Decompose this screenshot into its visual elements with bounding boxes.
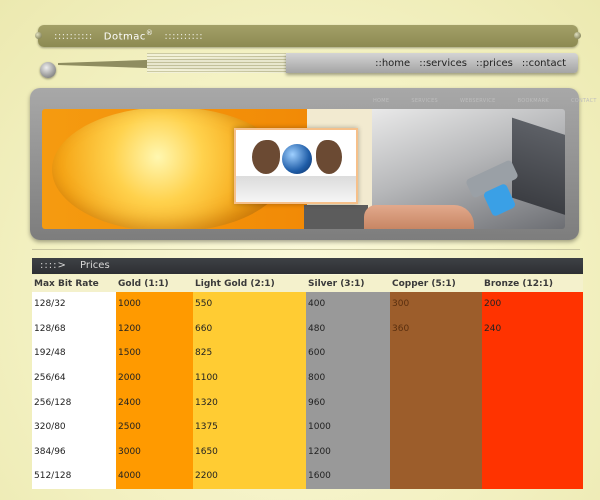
table-row: 192/48 1500 825 600 [32, 341, 583, 366]
table-cell: 256/128 [32, 390, 116, 415]
table-row: 512/128 4000 2200 1600 [32, 464, 583, 489]
brand-name: Dotmac [103, 31, 146, 43]
column-header: Gold (1:1) [116, 275, 193, 292]
table-row: 320/80 2500 1375 1000 [32, 414, 583, 440]
table-cell: 3000 [116, 439, 193, 465]
nav-prices-link[interactable]: ::prices [476, 58, 513, 69]
table-cell: 2500 [116, 414, 193, 440]
screw-icon [574, 32, 581, 39]
table-cell: 2400 [116, 390, 193, 415]
ghost-nav-item: HOME [373, 98, 390, 104]
column-header: Max Bit Rate [32, 275, 116, 292]
table-cell: 320/80 [32, 414, 116, 440]
dark-strip [304, 205, 368, 229]
banner-ghost-nav: HOME SERVICES WEBSERVICE BOOKMARK CONTAC… [373, 98, 597, 104]
table-cell: 200 [482, 292, 583, 317]
table-cell [482, 414, 583, 440]
table-cell [390, 390, 482, 415]
screw-icon [35, 32, 42, 39]
table-cell: 1500 [116, 341, 193, 366]
table-cell: 360 [390, 316, 482, 342]
table-cell: 960 [306, 390, 390, 415]
column-header: Bronze (12:1) [482, 275, 583, 292]
prices-header-arrow: ::::> [40, 260, 67, 271]
table-row: 256/128 2400 1320 960 [32, 390, 583, 415]
prices-title: Prices [80, 260, 110, 271]
table-cell: 128/32 [32, 292, 116, 317]
sleeve-shape [236, 176, 356, 202]
table-cell: 512/128 [32, 464, 116, 489]
table-cell: 1375 [193, 414, 306, 440]
table-cell: 4000 [116, 464, 193, 489]
table-cell [482, 439, 583, 465]
knob-icon [40, 62, 56, 78]
table-cell: 480 [306, 316, 390, 342]
nav-contact-link[interactable]: ::contact [522, 58, 566, 69]
nav-services-link[interactable]: ::services [419, 58, 467, 69]
earth-icon [282, 144, 312, 174]
table-header-row: Max Bit Rate Gold (1:1) Light Gold (2:1)… [32, 275, 583, 292]
table-cell [482, 365, 583, 391]
table-row: 384/96 3000 1650 1200 [32, 439, 583, 465]
brand-bar: :::::::::: Dotmac® :::::::::: [35, 25, 581, 47]
main-nav: ::home ::services ::prices ::contact [286, 53, 578, 73]
nav-stripes-decoration [147, 53, 289, 73]
table-cell [390, 439, 482, 465]
ghost-nav-item: BOOKMARK [517, 98, 549, 104]
table-cell: 400 [306, 292, 390, 317]
table-row: 128/32 1000 550 400 300 200 [32, 292, 583, 317]
brand-dots-left: :::::::::: [54, 31, 93, 43]
ghost-nav-item: WEBSERVICE [460, 98, 496, 104]
brand-dots-right: :::::::::: [164, 31, 204, 43]
table-cell: 1200 [116, 316, 193, 342]
table-cell: 550 [193, 292, 306, 317]
column-header: Light Gold (2:1) [193, 275, 306, 292]
prices-header: ::::> Prices [32, 258, 583, 274]
finger-image [364, 205, 474, 229]
table-cell: 1000 [116, 292, 193, 317]
table-cell: 1650 [193, 439, 306, 465]
table-cell: 1200 [306, 439, 390, 465]
registered-mark: ® [145, 29, 154, 37]
table-cell: 192/48 [32, 341, 116, 366]
table-cell: 825 [193, 341, 306, 366]
table-row: 128/68 1200 660 480 360 240 [32, 316, 583, 342]
hand-right-shape [316, 140, 342, 174]
table-cell: 2200 [193, 464, 306, 489]
table-cell: 128/68 [32, 316, 116, 342]
column-header: Copper (5:1) [390, 275, 482, 292]
table-cell: 600 [306, 341, 390, 366]
table-cell: 384/96 [32, 439, 116, 465]
table-cell [390, 414, 482, 440]
table-cell [482, 464, 583, 489]
table-cell: 1000 [306, 414, 390, 440]
prices-table: Max Bit Rate Gold (1:1) Light Gold (2:1)… [32, 275, 583, 489]
table-cell [390, 464, 482, 489]
table-row: 256/64 2000 1100 800 [32, 365, 583, 391]
brand-title: :::::::::: Dotmac® :::::::::: [54, 29, 203, 42]
table-cell: 300 [390, 292, 482, 317]
table-cell: 1320 [193, 390, 306, 415]
table-cell [482, 341, 583, 366]
column-header: Silver (3:1) [306, 275, 390, 292]
ghost-nav-item: CONTACT [570, 98, 597, 104]
table-cell: 800 [306, 365, 390, 391]
table-cell: 2000 [116, 365, 193, 391]
ghost-nav-item: SERVICES [411, 98, 439, 104]
table-cell: 1600 [306, 464, 390, 489]
divider [32, 249, 580, 250]
earth-in-hands-photo [234, 128, 358, 204]
table-cell [390, 365, 482, 391]
nav-home-link[interactable]: ::home [375, 58, 410, 69]
table-cell [482, 390, 583, 415]
table-cell: 240 [482, 316, 583, 342]
hand-left-shape [252, 140, 280, 174]
table-cell [390, 341, 482, 366]
table-cell: 660 [193, 316, 306, 342]
table-cell: 256/64 [32, 365, 116, 391]
table-cell: 1100 [193, 365, 306, 391]
